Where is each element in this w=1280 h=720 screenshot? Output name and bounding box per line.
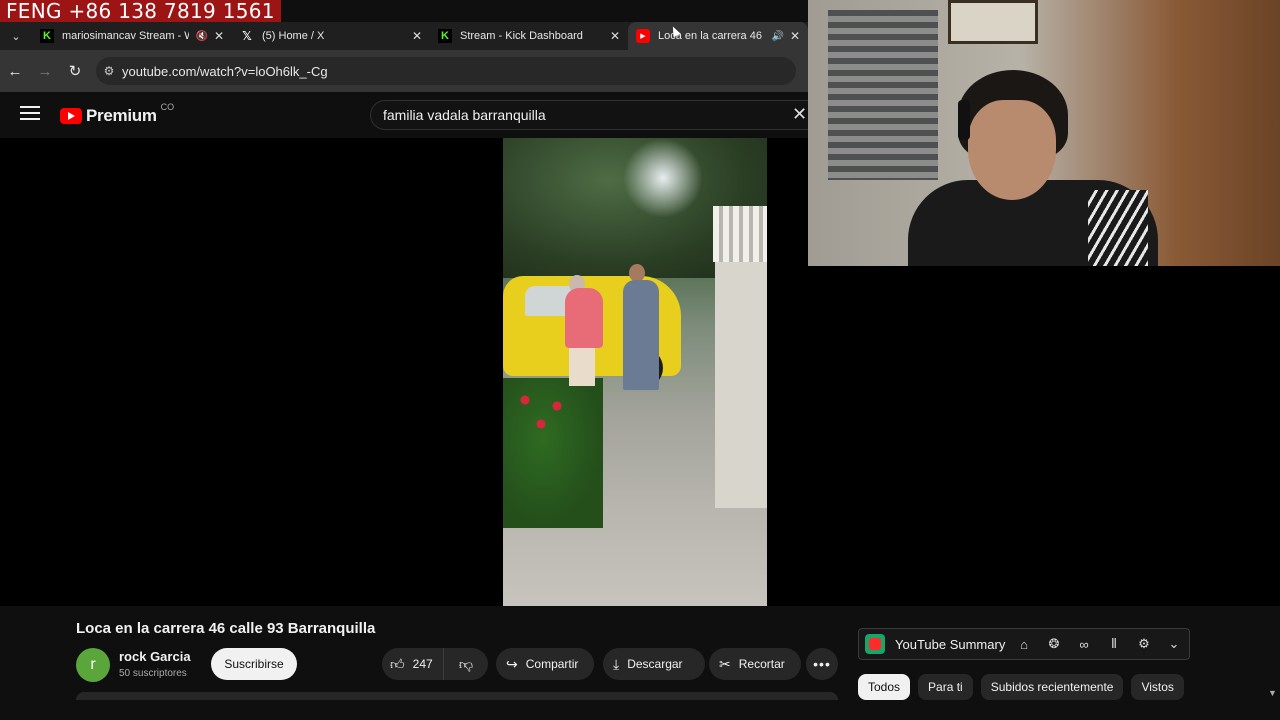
- kick-favicon-icon: K: [40, 29, 54, 43]
- webcam-wall-frame: [948, 0, 1038, 44]
- tab-kick-stream[interactable]: K mariosimancav Stream - Wa 🔇 ✕: [32, 22, 232, 50]
- youtube-summary-extension[interactable]: YouTube Summary ⌂ ❂ ∞ ⦀ ⚙ ⌄: [858, 628, 1190, 660]
- channel-avatar[interactable]: r: [76, 648, 110, 682]
- speaker-icon[interactable]: 🔊: [771, 31, 783, 42]
- share-label: Compartir: [525, 657, 579, 671]
- address-bar[interactable]: ⚙ youtube.com/watch?v=loOh6lk_-Cg: [96, 57, 796, 85]
- browser-tab-strip: ⌄ K mariosimancav Stream - Wa 🔇 ✕ 𝕏 (5) …: [0, 22, 808, 50]
- chevron-down-icon: ⌄: [11, 30, 21, 43]
- video-scene-railing: [713, 206, 767, 262]
- video-scene-person: [623, 280, 659, 390]
- download-icon: ⤓: [613, 655, 620, 672]
- close-tab-icon[interactable]: ✕: [412, 29, 422, 43]
- download-button[interactable]: ⤓ Descargar: [603, 648, 705, 680]
- thumbs-up-icon: 👍︎: [390, 655, 405, 672]
- url-text[interactable]: youtube.com/watch?v=loOh6lk_-Cg: [122, 64, 328, 79]
- download-label: Descargar: [627, 657, 683, 671]
- description-box[interactable]: [76, 692, 838, 700]
- tab-kick-dashboard[interactable]: K Stream - Kick Dashboard ✕: [430, 22, 628, 50]
- chevron-down-icon[interactable]: ⌄: [1159, 636, 1189, 652]
- webcam-headset: [958, 100, 970, 140]
- webcam-person-face: [968, 100, 1056, 200]
- subscribe-button[interactable]: Suscribirse: [211, 648, 297, 680]
- glasses-icon[interactable]: ∞: [1069, 637, 1099, 652]
- clear-search-icon[interactable]: ✕: [792, 104, 807, 125]
- overlay-phone-banner: FENG +86 138 7819 1561: [0, 0, 281, 22]
- chip-todos[interactable]: Todos: [858, 674, 911, 700]
- like-count: 247: [412, 657, 433, 671]
- close-tab-icon[interactable]: ✕: [214, 29, 224, 43]
- more-icon: •••: [813, 656, 831, 672]
- youtube-premium-logo[interactable]: Premium CO: [60, 102, 174, 126]
- video-title: Loca en la carrera 46 calle 93 Barranqui…: [76, 620, 376, 637]
- chip-para-ti[interactable]: Para ti: [918, 674, 973, 700]
- video-scene-flowers: [509, 382, 589, 442]
- chip-subidos-recientemente[interactable]: Subidos recientemente: [980, 674, 1124, 700]
- menu-icon[interactable]: [20, 106, 40, 122]
- search-input[interactable]: familia vadala barranquilla: [370, 100, 810, 130]
- webcam-overlay: [808, 0, 1280, 266]
- video-scene-person: [565, 288, 603, 348]
- reload-button[interactable]: ↻: [60, 62, 90, 80]
- site-settings-icon[interactable]: ⚙: [96, 64, 122, 78]
- close-tab-icon[interactable]: ✕: [790, 29, 800, 43]
- openai-icon[interactable]: ❂: [1039, 636, 1069, 652]
- thumbs-down-icon: 👎︎: [458, 655, 474, 672]
- video-scene-person-legs: [569, 348, 595, 386]
- waveform-icon[interactable]: ⦀: [1099, 636, 1129, 652]
- kick-favicon-icon: K: [438, 29, 452, 43]
- muted-speaker-icon[interactable]: 🔇: [195, 31, 207, 42]
- tab-youtube-video[interactable]: ▶ Loca en la carrera 46 calle 9 🔊 ✕: [628, 22, 808, 50]
- scissors-icon: ✂: [719, 655, 731, 672]
- youtube-favicon-icon: ▶: [636, 29, 650, 43]
- logo-text: Premium: [86, 106, 157, 125]
- like-dislike-group: 👍︎ 247 👎︎: [382, 648, 488, 680]
- browser-toolbar: ← → ↻ ⚙ youtube.com/watch?v=loOh6lk_-Cg: [0, 50, 808, 92]
- robot-icon[interactable]: ⌂: [1009, 637, 1039, 652]
- clip-label: Recortar: [738, 657, 785, 671]
- youtube-summary-logo-icon: [865, 634, 885, 654]
- scroll-down-arrow-icon[interactable]: ▼: [1268, 688, 1277, 698]
- clip-button[interactable]: ✂ Recortar: [709, 648, 801, 680]
- tab-list-button[interactable]: ⌄: [0, 30, 32, 43]
- back-button[interactable]: ←: [0, 63, 30, 80]
- like-button[interactable]: 👍︎ 247: [382, 648, 444, 680]
- dislike-button[interactable]: 👎︎: [444, 656, 488, 673]
- chip-vistos[interactable]: Vistos: [1131, 674, 1184, 700]
- tab-title: (5) Home / X: [262, 30, 325, 42]
- video-scene-sky: [623, 138, 703, 218]
- tab-x-home[interactable]: 𝕏 (5) Home / X ✕: [232, 22, 430, 50]
- close-tab-icon[interactable]: ✕: [610, 29, 620, 43]
- country-code: CO: [160, 102, 175, 112]
- channel-name[interactable]: rock Garcia: [119, 649, 191, 664]
- search-query-text[interactable]: familia vadala barranquilla: [383, 107, 546, 123]
- x-favicon-icon: 𝕏: [242, 29, 252, 43]
- youtube-header: Premium CO familia vadala barranquilla ✕: [0, 92, 810, 138]
- share-button[interactable]: ↪ Compartir: [496, 648, 594, 680]
- subscriber-count: 50 suscriptores: [119, 668, 187, 679]
- more-actions-button[interactable]: •••: [806, 648, 838, 680]
- forward-button[interactable]: →: [30, 63, 60, 80]
- gear-icon[interactable]: ⚙: [1129, 636, 1159, 652]
- webcam-shirt-stripes: [1088, 190, 1148, 266]
- youtube-play-icon: [60, 108, 82, 124]
- webcam-blinds: [828, 10, 938, 180]
- video-frame[interactable]: [503, 138, 767, 606]
- share-icon: ↪: [506, 655, 518, 672]
- recommendation-chips: Todos Para ti Subidos recientemente Vist…: [858, 674, 1192, 700]
- tab-title: Stream - Kick Dashboard: [460, 30, 583, 42]
- tab-title: mariosimancav Stream - Wa: [62, 30, 190, 42]
- extension-name: YouTube Summary: [895, 636, 1006, 652]
